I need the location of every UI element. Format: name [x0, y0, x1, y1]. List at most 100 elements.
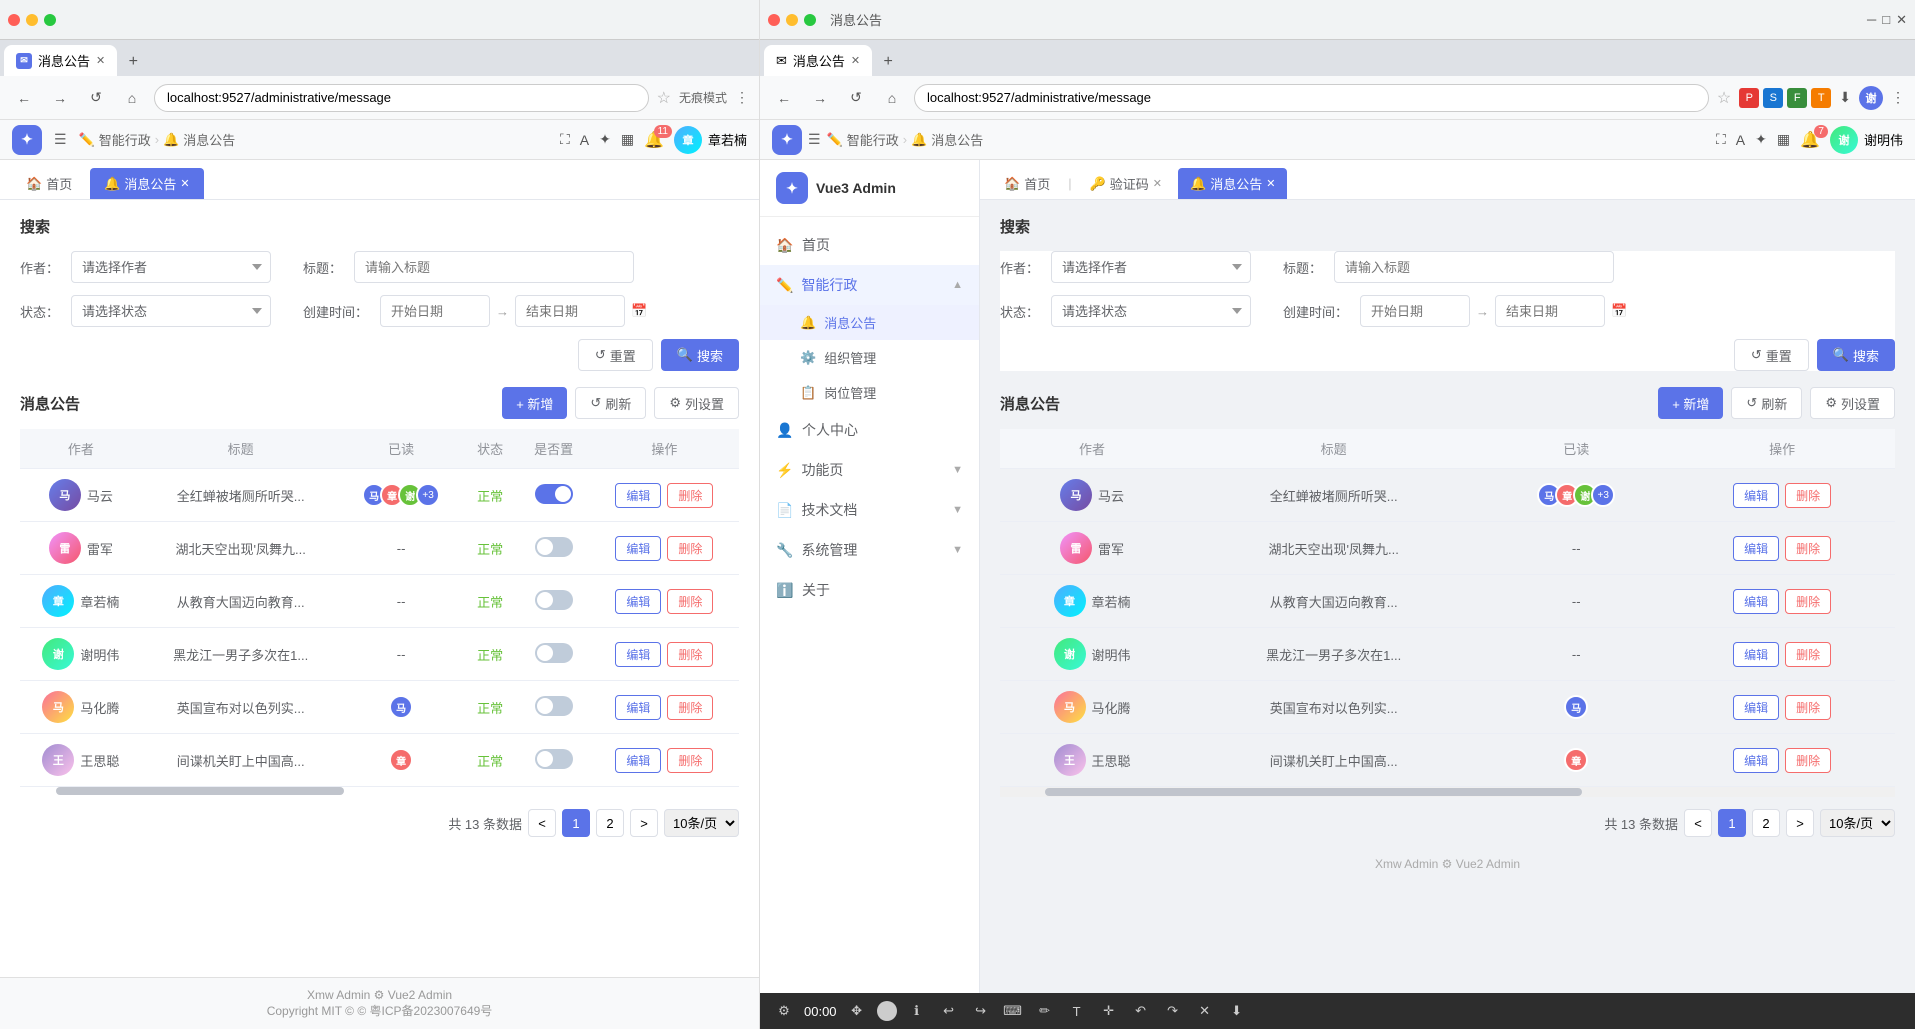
- left-edit-btn-2[interactable]: 编辑: [615, 589, 661, 614]
- right-page1-btn[interactable]: 1: [1718, 809, 1746, 837]
- left-delete-btn-3[interactable]: 删除: [667, 642, 713, 667]
- left-date-start[interactable]: [380, 295, 490, 327]
- bottom-undo-btn[interactable]: ↶: [1129, 999, 1153, 1023]
- right-refresh-btn[interactable]: ↺ 刷新: [1731, 387, 1802, 419]
- right-reset-btn[interactable]: ↺ 重置: [1734, 339, 1809, 371]
- sidebar-item-position[interactable]: 📋 岗位管理: [760, 375, 979, 410]
- left-delete-btn-4[interactable]: 删除: [667, 695, 713, 720]
- left-add-btn[interactable]: + 新增: [502, 387, 567, 419]
- left-scrollbar-thumb[interactable]: [56, 787, 344, 795]
- left-prev-page-btn[interactable]: <: [528, 809, 556, 837]
- right-translate-btn[interactable]: A: [1736, 132, 1745, 148]
- right-delete-btn-3[interactable]: 删除: [1785, 642, 1831, 667]
- left-tab-message-close[interactable]: ✕: [180, 177, 189, 190]
- bottom-move-btn[interactable]: ✥: [845, 999, 869, 1023]
- right-date-start[interactable]: [1360, 295, 1470, 327]
- sidebar-item-system[interactable]: 🔧 系统管理 ▼: [760, 530, 979, 570]
- right-edit-btn-1[interactable]: 编辑: [1733, 536, 1779, 561]
- right-search-btn[interactable]: 🔍 搜索: [1817, 339, 1895, 371]
- right-tab-verify-close[interactable]: ✕: [1153, 177, 1162, 190]
- right-scrollbar[interactable]: [1000, 787, 1895, 797]
- left-edit-btn-3[interactable]: 编辑: [615, 642, 661, 667]
- right-delete-btn-1[interactable]: 删除: [1785, 536, 1831, 561]
- bottom-record-btn[interactable]: [877, 1001, 897, 1021]
- left-palette-btn[interactable]: ▦: [621, 131, 634, 148]
- right-sidebar-toggle[interactable]: ☰: [808, 131, 821, 148]
- bottom-key-btn[interactable]: ⌨: [1001, 999, 1025, 1023]
- left-cell-published-0[interactable]: [518, 469, 590, 522]
- right-home-btn[interactable]: ⌂: [878, 84, 906, 112]
- right-window-close[interactable]: ✕: [1896, 12, 1907, 28]
- right-per-page-select[interactable]: 10条/页 20条/页: [1820, 809, 1895, 837]
- left-delete-btn-5[interactable]: 删除: [667, 748, 713, 773]
- right-ext-3[interactable]: F: [1787, 88, 1807, 108]
- left-tab-active[interactable]: ✉ 消息公告 ✕: [4, 45, 117, 76]
- left-edit-btn-0[interactable]: 编辑: [615, 483, 661, 508]
- close-window-btn[interactable]: [8, 14, 20, 26]
- right-minimize-btn[interactable]: [786, 14, 798, 26]
- left-date-end[interactable]: [515, 295, 625, 327]
- left-back-btn[interactable]: ←: [10, 84, 38, 112]
- sidebar-item-message[interactable]: 🔔 消息公告: [760, 305, 979, 340]
- left-user-info[interactable]: 章 章若楠: [674, 126, 747, 154]
- sidebar-item-about[interactable]: ℹ️ 关于: [760, 570, 979, 610]
- right-edit-btn-5[interactable]: 编辑: [1733, 748, 1779, 773]
- sidebar-item-function[interactable]: ⚡ 功能页 ▼: [760, 450, 979, 490]
- left-page2-btn[interactable]: 2: [596, 809, 624, 837]
- sidebar-item-home[interactable]: 🏠 首页: [760, 225, 979, 265]
- right-scrollbar-thumb[interactable]: [1045, 788, 1582, 796]
- right-close-btn[interactable]: [768, 14, 780, 26]
- sidebar-group-zhihang-header[interactable]: ✏️ 智能行政 ▲: [760, 265, 979, 305]
- left-brightness-btn[interactable]: ✦: [599, 131, 611, 148]
- right-ext-1[interactable]: P: [1739, 88, 1759, 108]
- left-per-page-select[interactable]: 10条/页 20条/页: [664, 809, 739, 837]
- right-tab-nav-verify[interactable]: 🔑 验证码 ✕: [1078, 168, 1174, 199]
- right-page2-btn[interactable]: 2: [1752, 809, 1780, 837]
- left-cell-published-1[interactable]: [518, 522, 590, 575]
- right-palette-btn[interactable]: ▦: [1777, 131, 1790, 148]
- left-star-icon[interactable]: ☆: [657, 88, 671, 108]
- left-notrack-btn[interactable]: 无痕模式: [679, 89, 727, 106]
- left-reload-btn[interactable]: ↺: [82, 84, 110, 112]
- right-title-input[interactable]: [1334, 251, 1614, 283]
- left-toggle-on-0[interactable]: [535, 484, 573, 504]
- left-refresh-btn[interactable]: ↺ 刷新: [575, 387, 646, 419]
- left-sidebar-toggle[interactable]: ☰: [54, 131, 67, 148]
- left-addr-input[interactable]: [154, 84, 649, 112]
- right-download-btn[interactable]: ⬇: [1839, 89, 1851, 106]
- left-title-input[interactable]: [354, 251, 634, 283]
- left-column-btn[interactable]: ⚙ 列设置: [654, 387, 739, 419]
- right-tab-active[interactable]: ✉ 消息公告 ✕: [764, 45, 872, 76]
- right-date-end[interactable]: [1495, 295, 1605, 327]
- right-add-btn[interactable]: + 新增: [1658, 387, 1723, 419]
- bottom-stop-btn[interactable]: ✕: [1193, 999, 1217, 1023]
- bottom-download-bar-btn[interactable]: ⬇: [1225, 999, 1249, 1023]
- left-edit-btn-1[interactable]: 编辑: [615, 536, 661, 561]
- right-ext-2[interactable]: S: [1763, 88, 1783, 108]
- right-edit-btn-0[interactable]: 编辑: [1733, 483, 1779, 508]
- left-new-tab-btn[interactable]: +: [119, 48, 147, 76]
- right-tab-nav-home[interactable]: 🏠 首页: [992, 168, 1062, 199]
- sidebar-item-org[interactable]: ⚙️ 组织管理: [760, 340, 979, 375]
- right-next-page-btn[interactable]: >: [1786, 809, 1814, 837]
- left-search-btn[interactable]: 🔍 搜索: [661, 339, 739, 371]
- left-edit-btn-5[interactable]: 编辑: [615, 748, 661, 773]
- left-tab-message[interactable]: 🔔 消息公告 ✕: [90, 168, 203, 199]
- bottom-redo-btn[interactable]: ↷: [1161, 999, 1185, 1023]
- left-delete-btn-0[interactable]: 删除: [667, 483, 713, 508]
- right-brightness-btn[interactable]: ✦: [1755, 131, 1767, 148]
- right-tab-message-close[interactable]: ✕: [1266, 177, 1275, 190]
- left-toggle-off-3[interactable]: [535, 643, 573, 663]
- left-toggle-off-5[interactable]: [535, 749, 573, 769]
- right-column-btn[interactable]: ⚙ 列设置: [1810, 387, 1895, 419]
- left-toggle-off-2[interactable]: [535, 590, 573, 610]
- right-delete-btn-4[interactable]: 删除: [1785, 695, 1831, 720]
- bottom-crosshair-btn[interactable]: ✛: [1097, 999, 1121, 1023]
- bottom-forward-nav-btn[interactable]: ↪: [969, 999, 993, 1023]
- right-window-restore[interactable]: □: [1882, 12, 1890, 27]
- minimize-window-btn[interactable]: [26, 14, 38, 26]
- right-forward-btn[interactable]: →: [806, 84, 834, 112]
- right-tab-nav-message[interactable]: 🔔 消息公告 ✕: [1178, 168, 1287, 199]
- left-page1-btn[interactable]: 1: [562, 809, 590, 837]
- left-status-select[interactable]: 请选择状态: [71, 295, 271, 327]
